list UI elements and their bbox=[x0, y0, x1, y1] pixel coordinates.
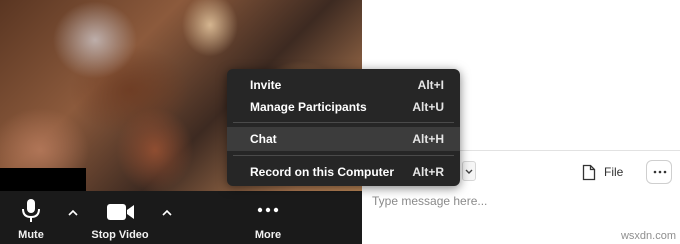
ellipsis-icon bbox=[653, 170, 667, 174]
more-dots-icon bbox=[257, 207, 279, 213]
menu-item-invite[interactable]: Invite Alt+I bbox=[227, 73, 460, 97]
menu-item-manage-participants[interactable]: Manage Participants Alt+U bbox=[227, 95, 460, 119]
more-menu: Invite Alt+I Manage Participants Alt+U C… bbox=[227, 69, 460, 186]
menu-item-shortcut: Alt+I bbox=[417, 78, 444, 92]
mute-label: Mute bbox=[18, 229, 44, 241]
stop-video-label: Stop Video bbox=[91, 229, 149, 241]
caret-up-icon[interactable] bbox=[162, 208, 172, 218]
name-overlay-redaction bbox=[0, 168, 86, 192]
menu-item-label: Record on this Computer bbox=[250, 165, 395, 179]
caret-down-icon bbox=[465, 169, 473, 174]
caret-up-icon[interactable] bbox=[68, 208, 78, 218]
meeting-toolbar: Mute Stop Video More bbox=[0, 191, 362, 244]
menu-divider bbox=[233, 155, 454, 156]
stop-video-button[interactable]: Stop Video bbox=[84, 191, 158, 244]
video-camera-icon bbox=[107, 204, 134, 220]
menu-item-record[interactable]: Record on this Computer Alt+R bbox=[227, 160, 460, 184]
mute-button[interactable]: Mute bbox=[0, 191, 62, 244]
menu-item-shortcut: Alt+R bbox=[412, 165, 444, 179]
microphone-icon bbox=[22, 199, 40, 222]
menu-divider bbox=[233, 122, 454, 123]
chat-more-button[interactable] bbox=[646, 160, 672, 184]
menu-item-chat[interactable]: Chat Alt+H bbox=[227, 127, 460, 151]
file-label: File bbox=[604, 165, 624, 179]
recipient-dropdown[interactable] bbox=[462, 161, 476, 181]
more-label: More bbox=[254, 229, 282, 241]
menu-item-label: Chat bbox=[250, 132, 277, 146]
menu-item-label: Manage Participants bbox=[250, 100, 367, 114]
watermark: wsxdn.com bbox=[620, 230, 676, 242]
menu-item-shortcut: Alt+U bbox=[412, 100, 444, 114]
more-button[interactable]: More bbox=[242, 191, 294, 244]
menu-item-shortcut: Alt+H bbox=[412, 132, 444, 146]
chat-message-input[interactable] bbox=[372, 190, 662, 212]
file-icon bbox=[582, 164, 596, 181]
menu-item-label: Invite bbox=[250, 78, 282, 92]
